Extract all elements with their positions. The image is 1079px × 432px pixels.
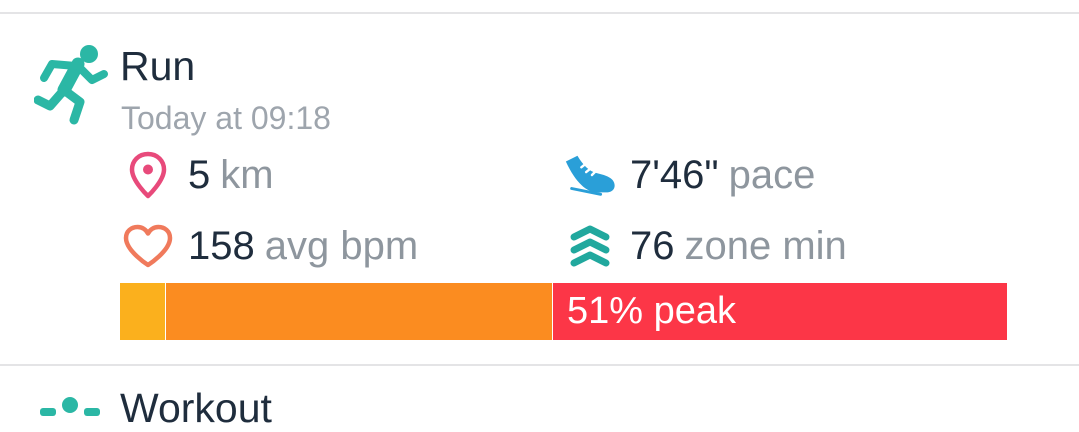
peak-zone-label: 51% peak bbox=[567, 290, 737, 332]
peak-zone-segment: 51% peak bbox=[553, 283, 1007, 340]
distance-unit: km bbox=[220, 152, 274, 197]
heart-rate-stat: 158 avg bpm bbox=[120, 216, 418, 276]
next-activity-title: Workout bbox=[120, 385, 272, 431]
zone-minutes-value: 76 bbox=[630, 223, 675, 268]
location-pin-icon bbox=[120, 147, 176, 203]
fat-burn-zone-segment bbox=[120, 283, 165, 340]
distance-stat: 5 km bbox=[120, 145, 274, 205]
running-person-icon bbox=[34, 45, 108, 125]
pace-unit: pace bbox=[728, 152, 816, 197]
zone-minutes-unit: zone min bbox=[684, 223, 847, 268]
workout-person-icon bbox=[40, 397, 100, 416]
top-divider bbox=[0, 12, 1079, 14]
distance-value: 5 bbox=[188, 152, 211, 197]
heart-outline-icon bbox=[120, 218, 176, 274]
pace-value: 7'46" bbox=[630, 152, 719, 197]
bottom-divider bbox=[0, 364, 1079, 366]
activity-time: Today at 09:18 bbox=[121, 100, 331, 136]
heart-rate-unit: avg bpm bbox=[264, 223, 419, 268]
zone-chevrons-icon bbox=[562, 218, 618, 274]
activity-title: Run bbox=[120, 43, 196, 89]
heart-zone-bar: 51% peak bbox=[120, 283, 1007, 340]
heart-rate-value: 158 bbox=[188, 223, 255, 268]
running-shoe-icon bbox=[562, 147, 618, 203]
zone-minutes-stat: 76 zone min bbox=[562, 216, 847, 276]
pace-stat: 7'46" pace bbox=[562, 145, 815, 205]
cardio-zone-segment bbox=[166, 283, 552, 340]
